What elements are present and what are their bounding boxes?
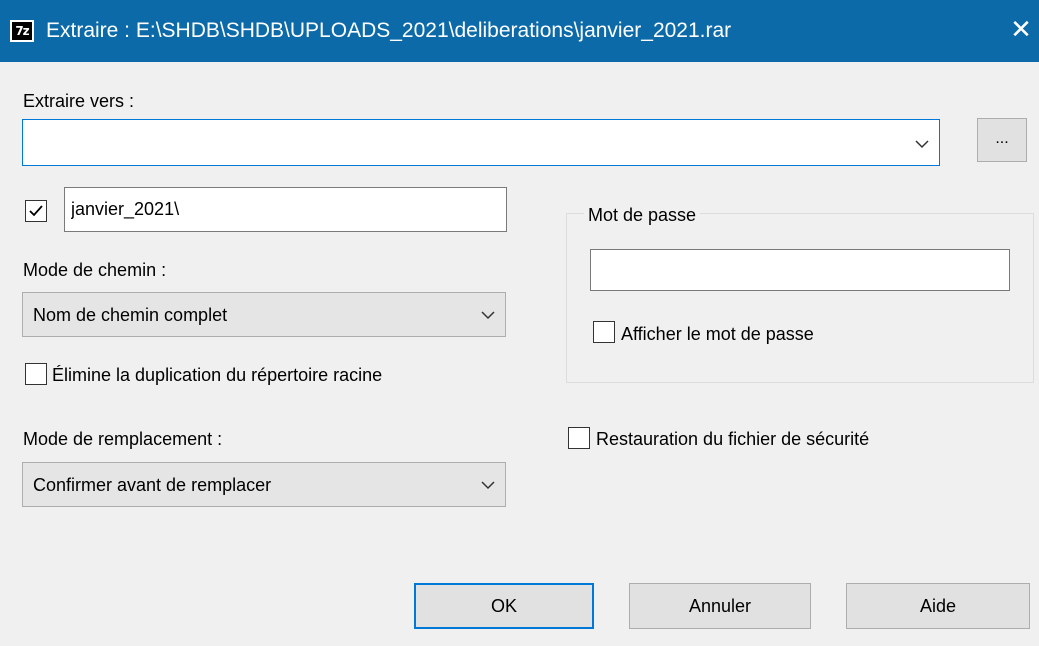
password-input[interactable] — [597, 258, 997, 282]
eliminate-duplication-label: Élimine la duplication du répertoire rac… — [52, 365, 383, 385]
overwrite-mode-value: Confirmer avant de remplacer — [33, 475, 272, 495]
path-mode-dropdown[interactable]: Nom de chemin complet — [22, 292, 506, 337]
extract-to-combobox[interactable] — [22, 119, 940, 166]
cancel-button[interactable]: Annuler — [629, 583, 811, 629]
eliminate-duplication-checkbox[interactable] — [25, 363, 47, 385]
folder-name-input[interactable] — [71, 196, 491, 222]
extract-to-input[interactable] — [31, 129, 891, 155]
password-group-title: Mot de passe — [584, 204, 701, 226]
show-password-label: Afficher le mot de passe — [621, 324, 814, 344]
folder-name-field[interactable] — [64, 187, 507, 232]
help-button[interactable]: Aide — [846, 583, 1030, 629]
checkmark-icon — [29, 205, 43, 217]
ok-button[interactable]: OK — [414, 583, 594, 629]
7zip-app-icon: 7z — [10, 20, 34, 42]
restore-security-label: Restauration du fichier de sécurité — [596, 429, 870, 449]
chevron-down-icon[interactable] — [915, 137, 929, 151]
overwrite-mode-label: Mode de remplacement : — [23, 429, 223, 449]
chevron-down-icon — [481, 311, 495, 320]
show-password-checkbox[interactable] — [593, 321, 615, 343]
browse-button[interactable]: ... — [977, 118, 1027, 162]
folder-name-checkbox[interactable] — [25, 200, 47, 222]
password-field[interactable] — [590, 249, 1010, 291]
path-mode-value: Nom de chemin complet — [33, 305, 228, 325]
chevron-down-icon — [481, 481, 495, 490]
restore-security-checkbox[interactable] — [568, 427, 590, 449]
close-icon[interactable]: ✕ — [1006, 15, 1036, 45]
overwrite-mode-dropdown[interactable]: Confirmer avant de remplacer — [22, 462, 506, 507]
title-bar: 7z Extraire : E:\SHDB\SHDB\UPLOADS_2021\… — [0, 0, 1039, 62]
password-groupbox — [566, 213, 1034, 383]
extract-to-label: Extraire vers : — [23, 91, 135, 111]
path-mode-label: Mode de chemin : — [23, 260, 167, 280]
window-title: Extraire : E:\SHDB\SHDB\UPLOADS_2021\del… — [46, 19, 732, 42]
